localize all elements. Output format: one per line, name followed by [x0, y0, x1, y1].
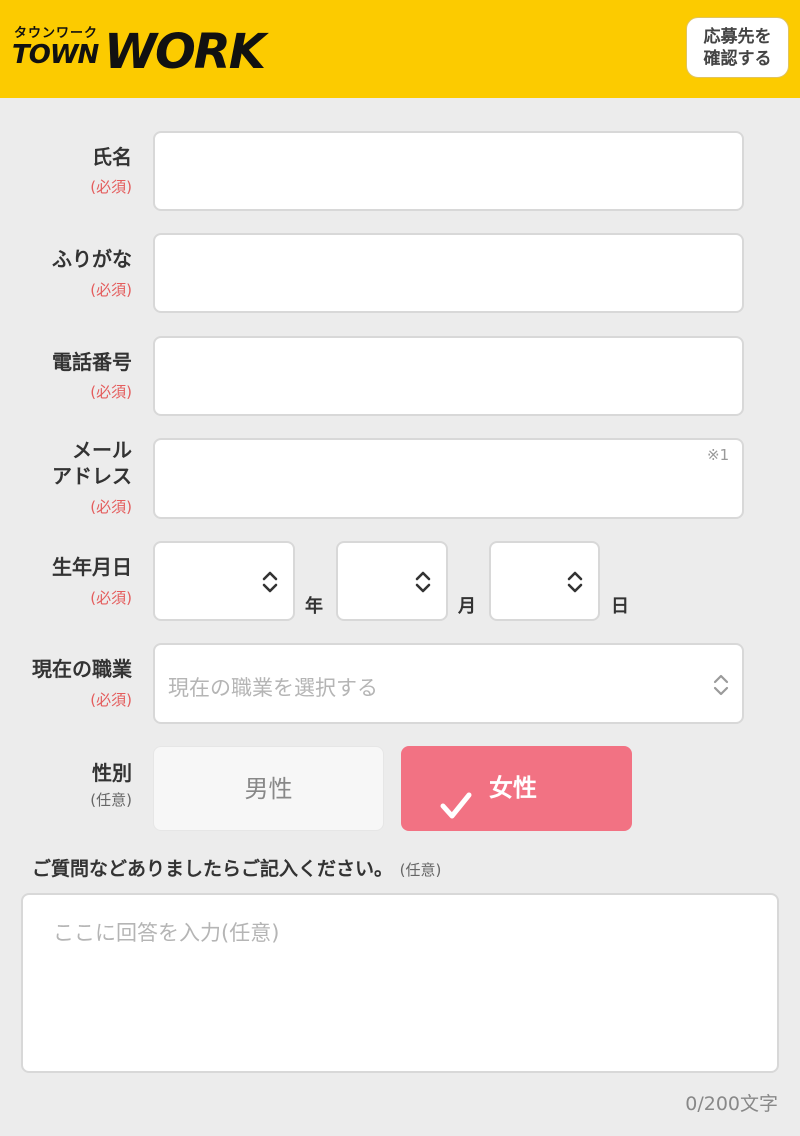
- furigana-required: (必須): [90, 281, 132, 299]
- occupation-label: 現在の職業: [32, 657, 132, 681]
- logo-town: TOWN: [12, 40, 99, 70]
- gender-optional: (任意): [90, 791, 132, 809]
- phone-required: (必須): [90, 383, 132, 401]
- occupation-select[interactable]: 現在の職業を選択する: [153, 643, 744, 724]
- gender-male-label: 男性: [244, 775, 293, 803]
- townwork-logo[interactable]: タウンワーク TOWN WORK: [12, 22, 266, 78]
- gender-male-button[interactable]: 男性: [153, 746, 384, 831]
- occupation-required: (必須): [90, 691, 132, 709]
- phone-input[interactable]: [153, 336, 744, 416]
- header: タウンワーク TOWN WORK 応募先を 確認する: [0, 0, 800, 98]
- day-unit: 日: [611, 596, 629, 617]
- question-optional: (任意): [399, 861, 442, 879]
- name-input[interactable]: [153, 131, 744, 211]
- check-icon: [439, 772, 473, 819]
- furigana-input[interactable]: [153, 233, 744, 313]
- chevron-updown-icon: [566, 570, 584, 594]
- name-required: (必須): [90, 178, 132, 196]
- chevron-updown-icon: [261, 570, 279, 594]
- confirm-employer-button[interactable]: 応募先を 確認する: [686, 17, 789, 78]
- occupation-placeholder: 現在の職業を選択する: [168, 676, 378, 700]
- year-unit: 年: [305, 596, 323, 617]
- birthdate-required: (必須): [90, 589, 132, 607]
- phone-label: 電話番号: [52, 350, 132, 374]
- question-label: ご質問などありましたらご記入ください。 (任意): [32, 854, 441, 881]
- logo-kana: タウンワーク: [14, 26, 99, 41]
- birth-day-select[interactable]: [489, 541, 600, 621]
- email-input[interactable]: [153, 438, 744, 519]
- name-label: 氏名: [92, 145, 132, 169]
- birth-month-select[interactable]: [336, 541, 448, 621]
- month-unit: 月: [458, 596, 476, 617]
- chevron-updown-icon: [414, 570, 432, 594]
- gender-female-label: 女性: [489, 774, 537, 802]
- character-counter: 0/200文字: [685, 1093, 778, 1115]
- birth-year-select[interactable]: [153, 541, 295, 621]
- logo-work: WORK: [104, 24, 266, 80]
- question-textarea[interactable]: ここに回答を入力(任意): [21, 893, 779, 1073]
- gender-female-button[interactable]: 女性: [401, 746, 632, 831]
- furigana-label: ふりがな: [52, 247, 132, 271]
- gender-label: 性別: [92, 761, 132, 785]
- question-text: ご質問などありましたらご記入ください。: [32, 858, 394, 880]
- birthdate-label: 生年月日: [52, 555, 132, 579]
- email-label: メール アドレス: [52, 438, 132, 488]
- chevron-updown-icon: [712, 673, 730, 697]
- email-note: ※1: [707, 446, 730, 464]
- question-placeholder: ここに回答を入力(任意): [53, 921, 280, 945]
- email-required: (必須): [90, 498, 132, 516]
